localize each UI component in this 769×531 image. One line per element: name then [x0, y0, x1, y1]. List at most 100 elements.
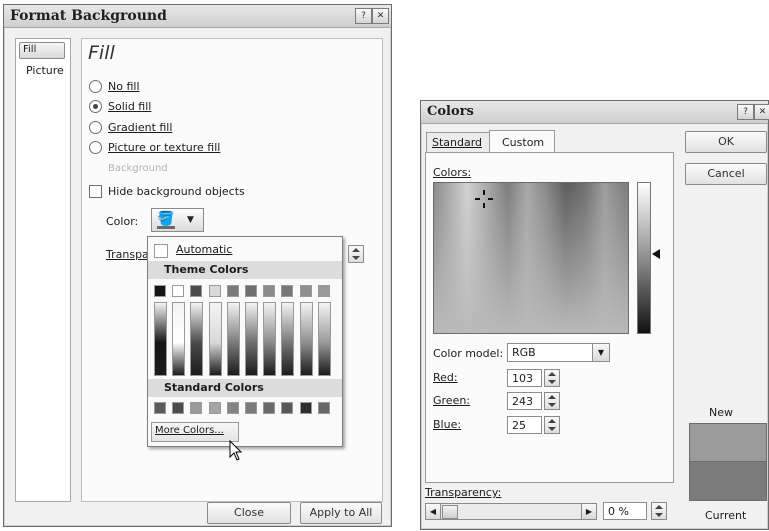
chevron-down-icon: ▼: [187, 215, 194, 225]
red-spinner[interactable]: [544, 369, 560, 387]
scroll-thumb[interactable]: [442, 505, 458, 519]
no-fill-label: No fill: [108, 80, 140, 93]
tab-custom[interactable]: Custom: [489, 130, 555, 154]
theme-color-swatch[interactable]: [154, 285, 166, 297]
color-model-value: RGB: [512, 346, 536, 359]
standard-color-swatch[interactable]: [154, 402, 166, 414]
theme-shade-column[interactable]: [172, 302, 186, 376]
standard-color-swatch[interactable]: [299, 402, 312, 414]
green-spinner[interactable]: [544, 392, 560, 410]
transparency-spinner[interactable]: [348, 245, 364, 263]
standard-color-swatch[interactable]: [172, 402, 185, 414]
automatic-swatch: [154, 244, 168, 258]
crosshair-icon: [475, 190, 493, 208]
more-colors-option[interactable]: More Colors...: [151, 422, 239, 442]
no-fill-radio[interactable]: [89, 80, 102, 93]
color-label: Color:: [106, 215, 139, 228]
standard-color-swatch[interactable]: [208, 402, 221, 414]
scroll-left-icon[interactable]: ◀: [426, 504, 441, 519]
theme-color-swatch[interactable]: [299, 285, 312, 297]
red-input[interactable]: 103: [507, 369, 542, 387]
new-label: New: [709, 406, 733, 419]
hide-background-checkbox[interactable]: [89, 185, 102, 198]
tab-standard[interactable]: Standard: [426, 132, 490, 153]
theme-color-swatch[interactable]: [226, 285, 239, 297]
theme-color-swatch[interactable]: [317, 285, 330, 297]
transparency-value: 0 %: [608, 505, 629, 518]
mouse-cursor-icon: [229, 440, 243, 461]
standard-colors-row: [154, 402, 338, 414]
theme-color-swatch[interactable]: [281, 285, 294, 297]
category-item-picture[interactable]: Picture: [26, 64, 64, 77]
solid-fill-radio[interactable]: [89, 100, 102, 113]
standard-color-swatch[interactable]: [263, 402, 276, 414]
transparency-label: Transpa: [106, 248, 149, 261]
color-model-select[interactable]: RGB ▼: [507, 343, 610, 362]
theme-color-swatch[interactable]: [208, 285, 221, 297]
green-value: 243: [512, 395, 533, 408]
standard-color-swatch[interactable]: [317, 402, 330, 414]
transparency-input[interactable]: 0 %: [603, 502, 647, 520]
gradient-fill-label: Gradient fill: [108, 121, 173, 134]
close-icon[interactable]: ✕: [372, 8, 389, 24]
colors-titlebar: Colors ? ✕: [421, 101, 769, 124]
standard-color-swatch[interactable]: [190, 402, 203, 414]
theme-color-swatch[interactable]: [172, 285, 185, 297]
category-list: Fill Picture: [15, 38, 71, 502]
hide-background-label: Hide background objects: [108, 185, 245, 198]
green-input[interactable]: 243: [507, 392, 542, 410]
new-color-preview: [689, 423, 767, 462]
tab-custom-label: Custom: [502, 136, 545, 149]
red-label: Red:: [433, 371, 458, 384]
category-item-fill[interactable]: Fill: [19, 42, 65, 59]
pane-heading: Fill: [88, 42, 115, 64]
theme-shade-column[interactable]: [263, 302, 277, 376]
luminance-slider[interactable]: [637, 182, 651, 334]
theme-top-row: [154, 285, 338, 297]
theme-color-swatch[interactable]: [190, 285, 203, 297]
theme-colors-header: Theme Colors: [148, 261, 342, 279]
colors-dialog-title: Colors: [427, 104, 474, 119]
theme-shade-column[interactable]: [281, 302, 295, 376]
apply-to-all-button[interactable]: Apply to All: [300, 502, 382, 524]
theme-shade-column[interactable]: [208, 302, 222, 376]
chevron-down-icon: ▼: [592, 344, 609, 361]
standard-color-swatch[interactable]: [281, 402, 294, 414]
close-icon[interactable]: ✕: [754, 104, 769, 120]
close-button[interactable]: Close: [207, 502, 291, 524]
color-picker-button[interactable]: 🪣 ▼: [151, 208, 204, 232]
current-color-preview: [689, 461, 767, 501]
green-label: Green:: [433, 394, 471, 407]
blue-input[interactable]: 25: [507, 416, 542, 434]
theme-color-swatch[interactable]: [245, 285, 257, 297]
help-button[interactable]: ?: [737, 104, 754, 120]
color-underline: [157, 226, 175, 229]
theme-colors-heading: Theme Colors: [164, 263, 249, 276]
transparency-spinner[interactable]: [651, 502, 667, 520]
luminance-pointer-icon[interactable]: [652, 249, 660, 259]
picture-fill-label: Picture or texture fill: [108, 141, 221, 154]
theme-shade-column[interactable]: [226, 302, 240, 376]
standard-color-swatch[interactable]: [245, 402, 257, 414]
theme-shade-column[interactable]: [190, 302, 204, 376]
theme-color-swatch[interactable]: [263, 285, 276, 297]
theme-shade-column[interactable]: [245, 302, 258, 376]
picture-fill-radio[interactable]: [89, 141, 102, 154]
gradient-fill-radio[interactable]: [89, 121, 102, 134]
blue-label: Blue:: [433, 418, 462, 431]
standard-colors-header: Standard Colors: [148, 379, 342, 397]
transparency-scrollbar[interactable]: ◀ ▶: [425, 503, 597, 520]
automatic-option[interactable]: Automatic: [151, 240, 337, 258]
theme-shade-column[interactable]: [154, 302, 167, 376]
theme-shade-column[interactable]: [317, 302, 331, 376]
category-item-fill-label: Fill: [23, 44, 37, 55]
help-button[interactable]: ?: [355, 8, 372, 24]
standard-color-swatch[interactable]: [226, 402, 239, 414]
scroll-right-icon[interactable]: ▶: [581, 504, 596, 519]
ok-button[interactable]: OK: [685, 131, 767, 153]
blue-spinner[interactable]: [544, 416, 560, 434]
theme-shade-column[interactable]: [299, 302, 313, 376]
color-spectrum[interactable]: [433, 182, 629, 334]
cancel-button[interactable]: Cancel: [685, 163, 767, 185]
colors-label: Colors:: [433, 166, 472, 179]
